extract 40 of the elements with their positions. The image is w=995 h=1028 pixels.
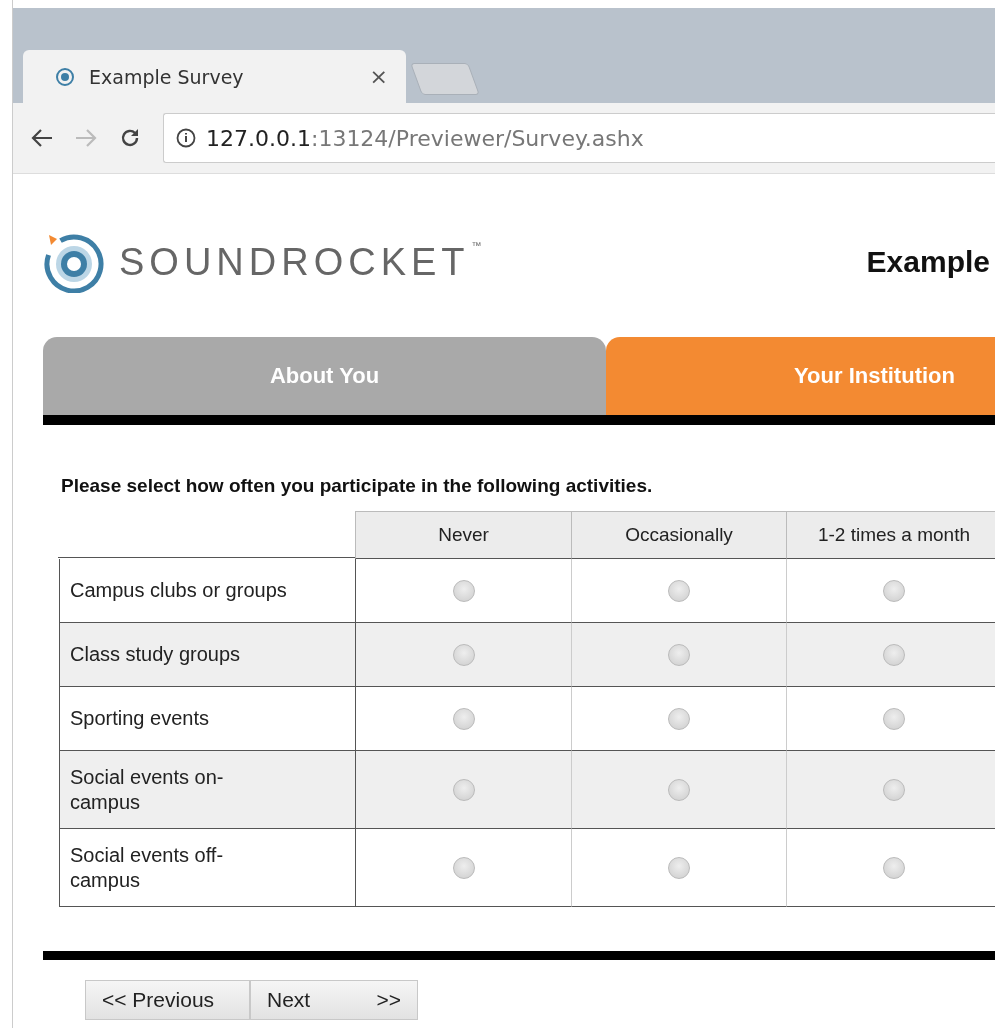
logo-icon bbox=[43, 231, 105, 293]
radio-button[interactable] bbox=[883, 856, 905, 879]
row-label: Social events off-campus bbox=[59, 829, 356, 907]
radio-button[interactable] bbox=[883, 707, 905, 730]
radio-button[interactable] bbox=[668, 643, 690, 666]
radio-button[interactable] bbox=[452, 856, 475, 879]
reload-icon[interactable] bbox=[119, 127, 141, 149]
back-icon[interactable] bbox=[31, 128, 53, 148]
column-header: Occasionally bbox=[571, 511, 787, 559]
browser-tab[interactable]: Example Survey × bbox=[23, 50, 406, 103]
radio-button[interactable] bbox=[452, 579, 475, 602]
radio-button[interactable] bbox=[668, 579, 690, 602]
column-header: Never bbox=[355, 511, 572, 559]
row-label: Class study groups bbox=[59, 623, 356, 687]
info-icon bbox=[176, 128, 196, 148]
radio-button[interactable] bbox=[668, 778, 690, 801]
tab-title: Example Survey bbox=[89, 65, 245, 88]
radio-button[interactable] bbox=[883, 579, 905, 602]
forward-icon[interactable] bbox=[75, 128, 97, 148]
radio-button[interactable] bbox=[452, 778, 475, 801]
row-label: Campus clubs or groups bbox=[59, 559, 356, 623]
previous-button[interactable]: << Previous bbox=[85, 980, 250, 1020]
next-button[interactable]: Next >> bbox=[250, 980, 418, 1020]
radio-button[interactable] bbox=[452, 707, 475, 730]
address-field[interactable]: 127.0.0.1:13124/Previewer/Survey.ashx bbox=[163, 113, 995, 163]
row-label: Social events on-campus bbox=[59, 751, 356, 829]
radio-button[interactable] bbox=[452, 643, 475, 666]
url-text: 127.0.0.1:13124/Previewer/Survey.ashx bbox=[206, 125, 644, 151]
survey-title: Example bbox=[866, 245, 990, 279]
radio-button[interactable] bbox=[883, 643, 905, 666]
trademark-mark: ™ bbox=[471, 240, 482, 251]
row-label: Sporting events bbox=[59, 687, 356, 751]
favicon-icon bbox=[55, 66, 75, 87]
radio-button[interactable] bbox=[883, 778, 905, 801]
radio-button[interactable] bbox=[668, 856, 690, 879]
logo-text: SOUNDROCKET bbox=[119, 240, 470, 284]
close-button[interactable]: × bbox=[369, 64, 388, 89]
question-text: Please select how often you participate in the following activities. bbox=[61, 475, 654, 497]
radio-button[interactable] bbox=[668, 707, 690, 730]
column-header: 1-2 times a month bbox=[786, 511, 995, 559]
